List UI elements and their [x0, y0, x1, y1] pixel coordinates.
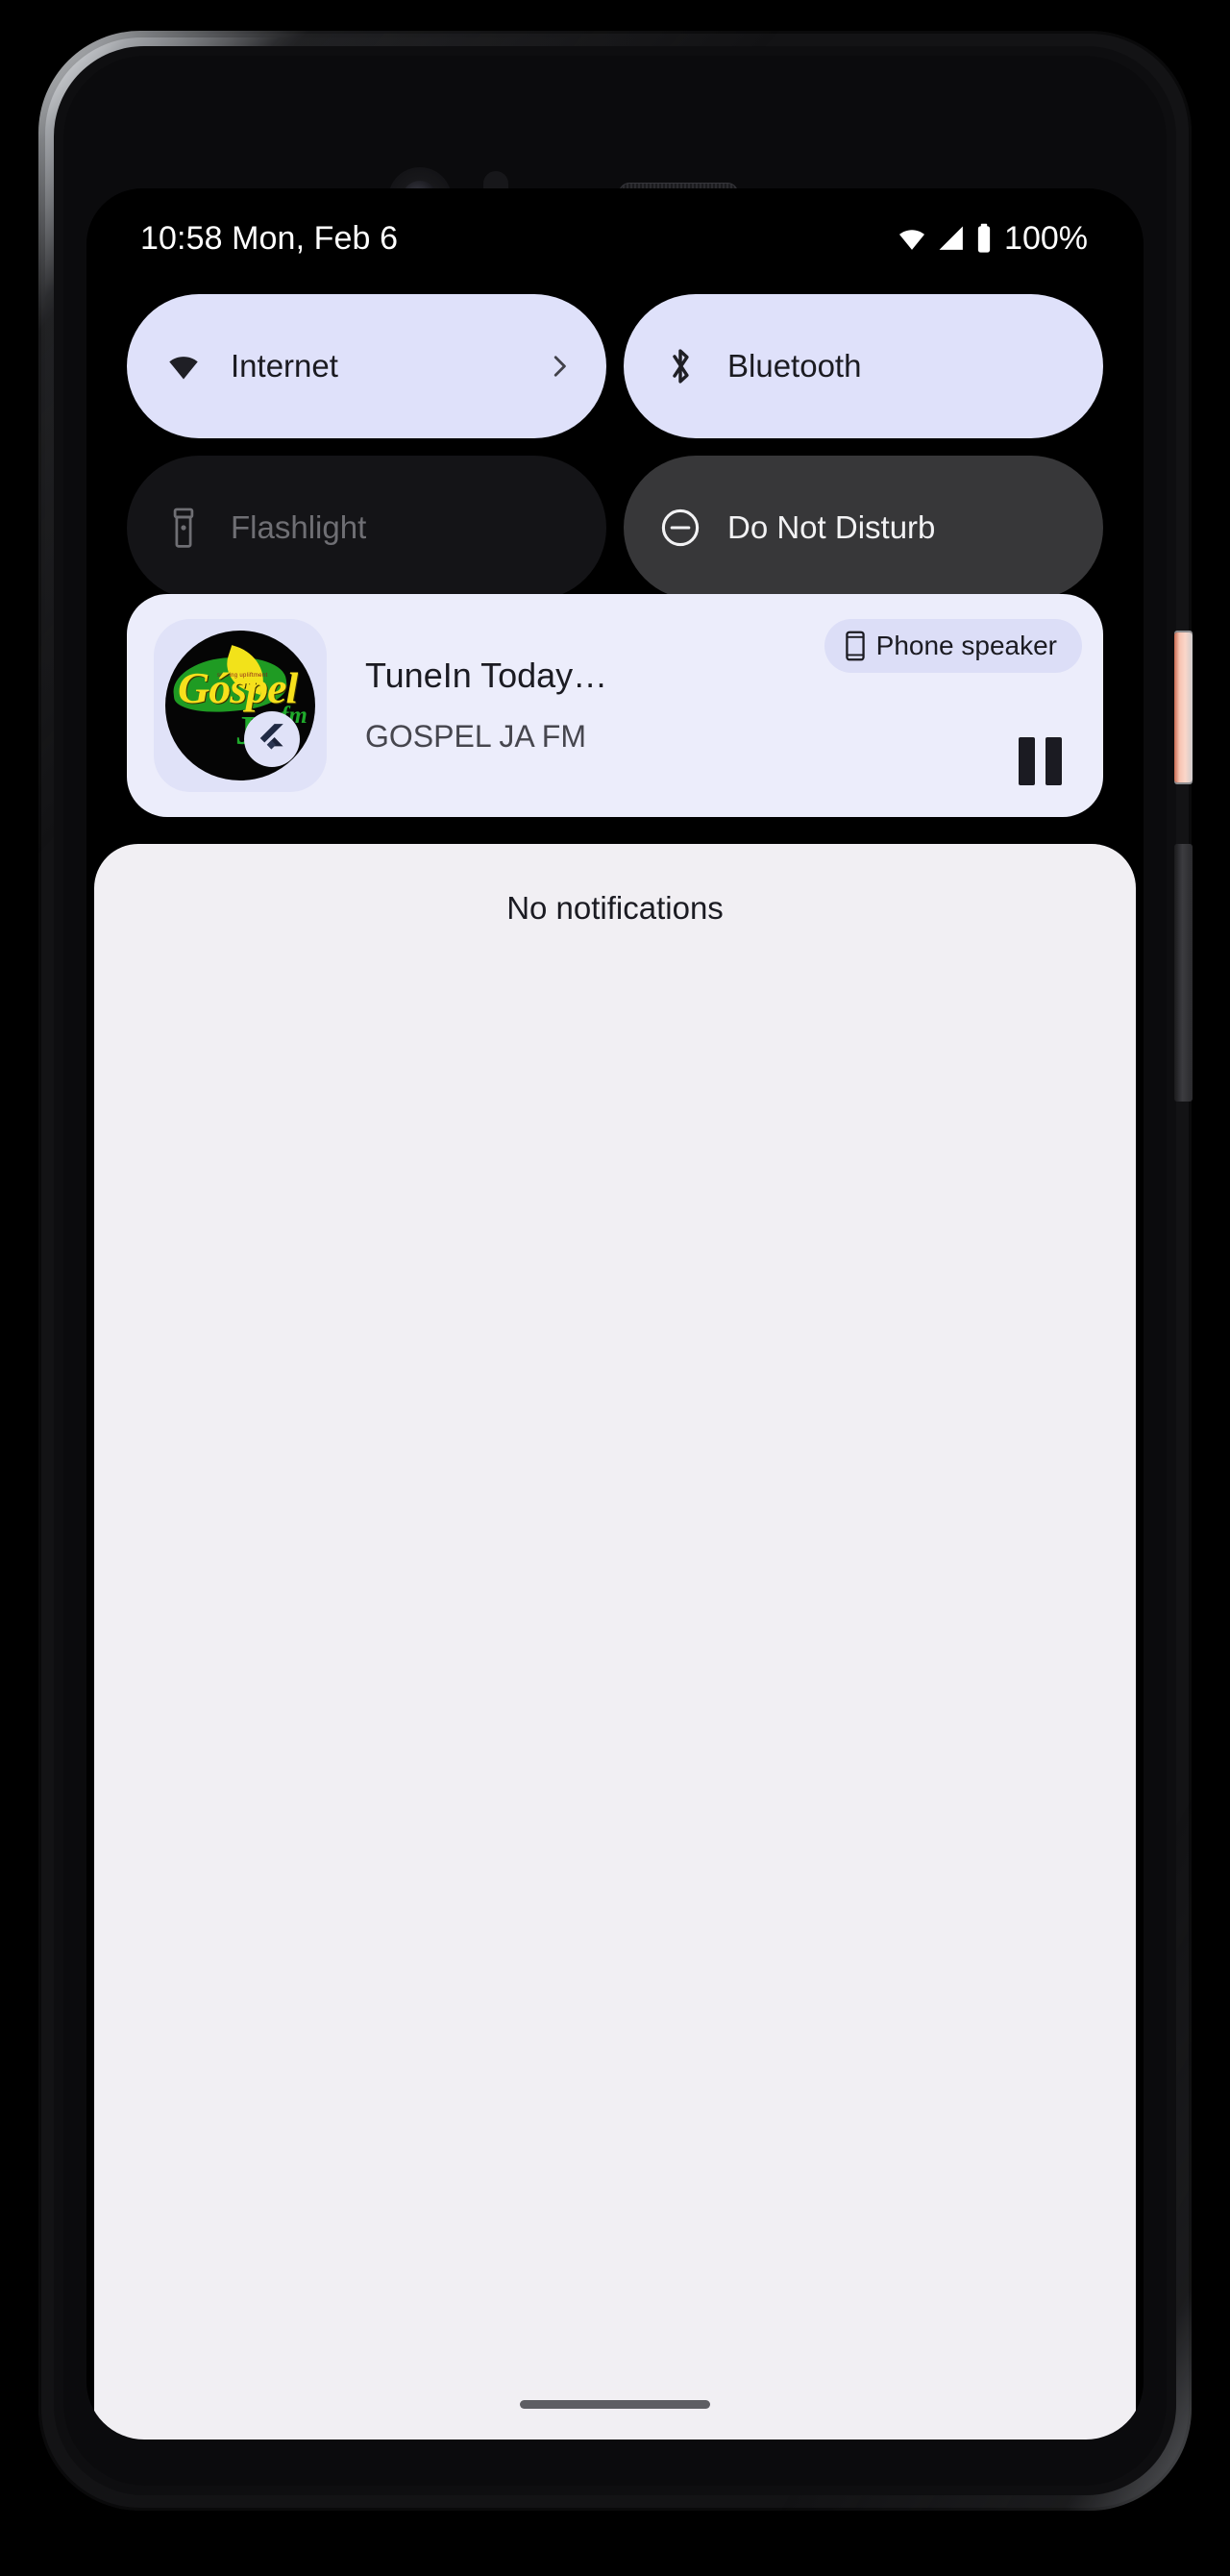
phone-screen: 10:58 Mon, Feb 6 100% Internet Bluetooth… — [86, 188, 1144, 2440]
qs-tile-do-not-disturb[interactable]: Do Not Disturb — [624, 456, 1103, 600]
notification-shade: No notifications — [94, 844, 1136, 2440]
no-notifications-message: No notifications — [506, 890, 724, 926]
status-bar-indicators: 100% — [895, 220, 1088, 258]
logo-word-main: Góspel — [178, 663, 298, 712]
wifi-icon — [161, 344, 206, 388]
media-title: TuneIn Today… — [365, 656, 608, 695]
media-subtitle: GOSPEL JA FM — [365, 719, 586, 754]
phone-speaker-icon — [845, 631, 865, 661]
flutter-logo-icon — [244, 711, 300, 767]
gospel-ja-fm-logo: serving upliftment Góspel Ja fm — [165, 631, 315, 780]
battery-percentage: 100% — [1004, 219, 1088, 257]
battery-icon — [973, 223, 995, 254]
wifi-icon — [895, 224, 929, 253]
album-art-container: serving upliftment Góspel Ja fm — [154, 619, 327, 792]
output-device-label: Phone speaker — [875, 631, 1057, 660]
qs-tile-label: Internet — [231, 348, 338, 384]
home-indicator-bar[interactable] — [520, 2400, 710, 2409]
qs-tile-label: Do Not Disturb — [727, 509, 936, 545]
qs-tile-flashlight[interactable]: Flashlight — [127, 456, 606, 600]
media-player-card[interactable]: serving upliftment Góspel Ja fm TuneIn T… — [127, 594, 1103, 817]
output-device-chip[interactable]: Phone speaker — [824, 619, 1082, 673]
pause-icon[interactable] — [1013, 734, 1067, 788]
pause-bar-right — [1045, 737, 1062, 785]
flashlight-icon — [161, 506, 206, 550]
bluetooth-icon — [658, 344, 702, 388]
do-not-disturb-icon — [658, 506, 702, 550]
status-bar-clock: 10:58 Mon, Feb 6 — [140, 219, 399, 257]
status-bar: 10:58 Mon, Feb 6 100% — [86, 188, 1144, 288]
pause-bar-left — [1018, 737, 1035, 785]
power-button[interactable] — [1174, 632, 1193, 782]
qs-tile-internet[interactable]: Internet — [127, 294, 606, 438]
qs-tile-bluetooth[interactable]: Bluetooth — [624, 294, 1103, 438]
qs-tile-label: Bluetooth — [727, 348, 862, 384]
volume-rocker[interactable] — [1174, 844, 1193, 1102]
cellular-signal-icon — [936, 224, 967, 253]
quick-settings-tile-grid: Internet Bluetooth Flashlight Do Not Dis… — [86, 294, 1144, 600]
chevron-right-icon[interactable] — [545, 352, 574, 381]
qs-tile-label: Flashlight — [231, 509, 367, 545]
